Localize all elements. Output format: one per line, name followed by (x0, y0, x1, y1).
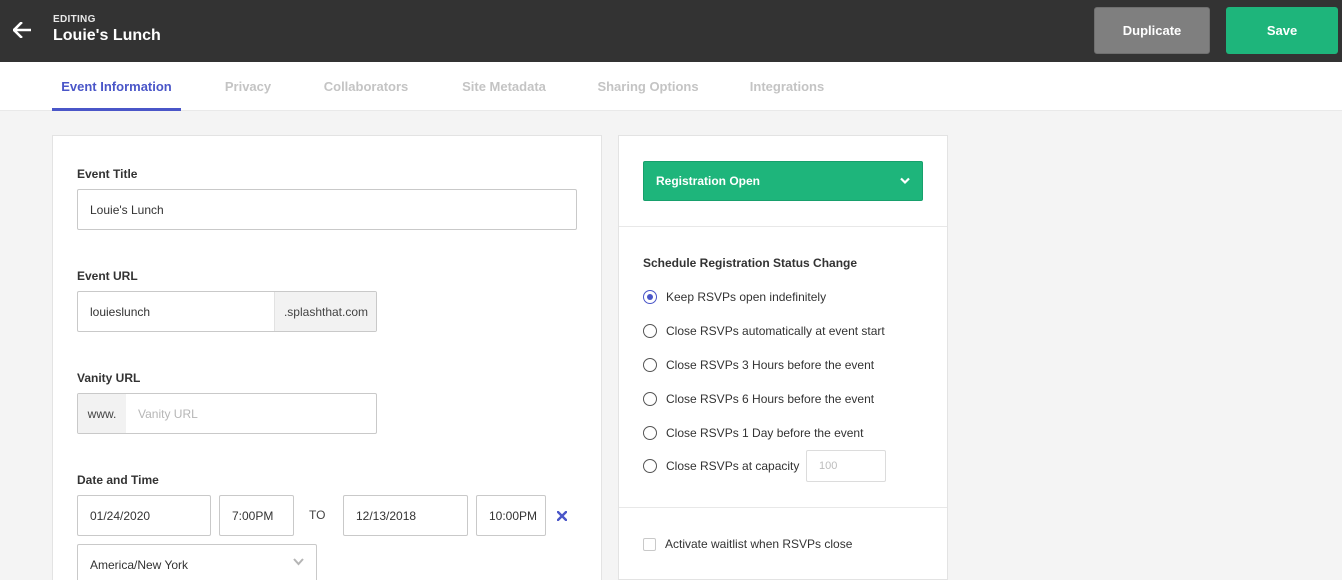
registration-card: Registration Open Schedule Registration … (618, 135, 948, 580)
save-button[interactable]: Save (1226, 7, 1338, 54)
event-info-card: Event Title Louie's Lunch Event URL loui… (52, 135, 602, 580)
radio-button[interactable] (643, 459, 657, 473)
editing-label: EDITING (53, 14, 96, 25)
tab-bar: Event Information Privacy Collaborators … (0, 62, 1342, 111)
chevron-down-icon (293, 558, 304, 566)
vanity-url-label: Vanity URL (77, 371, 141, 385)
radio-button[interactable] (643, 426, 657, 440)
tab-event-information[interactable]: Event Information (52, 62, 181, 111)
radio-label: Close RSVPs 1 Day before the event (666, 426, 864, 440)
radio-close-at-start[interactable]: Close RSVPs automatically at event start (643, 323, 885, 339)
waitlist-checkbox-row[interactable]: Activate waitlist when RSVPs close (643, 536, 852, 552)
event-title-label: Event Title (77, 167, 138, 181)
tab-collaborators[interactable]: Collaborators (320, 62, 412, 111)
page-title: Louie's Lunch (53, 27, 161, 44)
capacity-input[interactable]: 100 (806, 450, 886, 482)
tab-privacy[interactable]: Privacy (218, 62, 278, 111)
radio-close-1-day[interactable]: Close RSVPs 1 Day before the event (643, 425, 863, 441)
timezone-value: America/New York (90, 557, 189, 572)
back-button[interactable] (10, 18, 34, 42)
radio-label: Close RSVPs 3 Hours before the event (666, 358, 875, 372)
schedule-status-title: Schedule Registration Status Change (643, 256, 858, 270)
waitlist-checkbox[interactable] (643, 537, 656, 551)
radio-label: Keep RSVPs open indefinitely (666, 290, 827, 304)
radio-label: Close RSVPs automatically at event start (666, 324, 885, 338)
duplicate-button[interactable]: Duplicate (1094, 7, 1210, 54)
chevron-down-icon (900, 177, 910, 185)
radio-label: Close RSVPs 6 Hours before the event (666, 392, 875, 406)
divider (619, 507, 947, 508)
event-url-suffix: .splashthat.com (274, 292, 376, 331)
end-date-input[interactable]: 12/13/2018 (343, 495, 468, 536)
radio-label: Close RSVPs at capacity (666, 459, 800, 473)
event-url-field[interactable]: louieslunch .splashthat.com (77, 291, 377, 332)
close-x-icon (557, 511, 567, 521)
clear-date-button[interactable] (554, 508, 570, 524)
divider (619, 226, 947, 227)
radio-close-at-capacity[interactable]: Close RSVPs at capacity (643, 458, 799, 474)
event-url-value: louieslunch (90, 304, 151, 319)
tab-site-metadata[interactable]: Site Metadata (456, 62, 552, 111)
vanity-url-prefix: www. (78, 394, 126, 433)
registration-status-label: Registration Open (656, 174, 761, 188)
radio-button[interactable] (643, 392, 657, 406)
radio-keep-open[interactable]: Keep RSVPs open indefinitely (643, 289, 826, 305)
radio-button[interactable] (643, 358, 657, 372)
top-bar: EDITING Louie's Lunch Duplicate Save (0, 0, 1342, 62)
registration-status-dropdown[interactable]: Registration Open (643, 161, 923, 201)
event-url-label: Event URL (77, 269, 138, 283)
to-label: TO (309, 508, 326, 522)
vanity-url-input[interactable]: www. Vanity URL (77, 393, 377, 434)
date-time-label: Date and Time (77, 473, 159, 487)
radio-close-6-hours[interactable]: Close RSVPs 6 Hours before the event (643, 391, 874, 407)
start-date-input[interactable]: 01/24/2020 (77, 495, 211, 536)
start-time-input[interactable]: 7:00PM (219, 495, 294, 536)
event-title-input[interactable]: Louie's Lunch (77, 189, 577, 230)
radio-button[interactable] (643, 324, 657, 338)
radio-button-checked[interactable] (643, 290, 657, 304)
vanity-url-placeholder: Vanity URL (138, 406, 198, 421)
timezone-select[interactable]: America/New York (77, 544, 317, 580)
tab-sharing-options[interactable]: Sharing Options (596, 62, 700, 111)
waitlist-label: Activate waitlist when RSVPs close (665, 537, 853, 551)
arrow-left-icon (13, 22, 31, 38)
tab-integrations[interactable]: Integrations (745, 62, 829, 111)
radio-close-3-hours[interactable]: Close RSVPs 3 Hours before the event (643, 357, 874, 373)
end-time-input[interactable]: 10:00PM (476, 495, 546, 536)
